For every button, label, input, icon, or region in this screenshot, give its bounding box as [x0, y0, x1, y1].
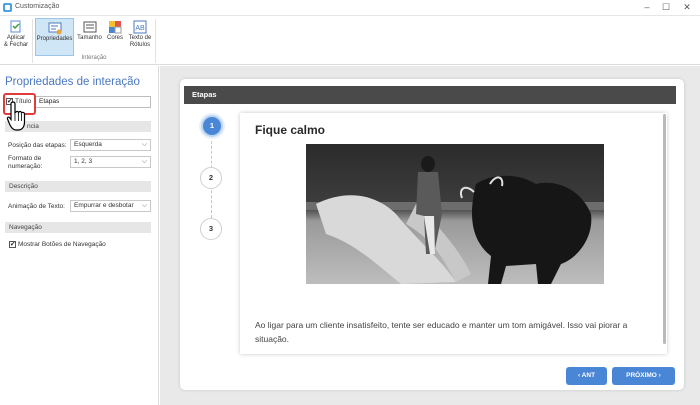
chevron-down-icon: ⌵ [141, 141, 147, 148]
maximize-button[interactable]: ☐ [659, 2, 673, 13]
step-2[interactable]: 2 [200, 167, 222, 189]
content-scrollbar[interactable] [663, 114, 666, 344]
chevron-down-icon: ⌵ [141, 158, 147, 165]
section-description: Descrição [5, 181, 151, 192]
ribbon-group-label: Interação [81, 55, 107, 61]
apply-close-icon [10, 20, 21, 33]
title-bar: Customização – ☐ ✕ [0, 0, 700, 16]
text-animation-select[interactable]: Empurrar e desbotar ⌵ [70, 200, 151, 212]
numbering-label: Formato de numeração: [8, 155, 43, 170]
size-button[interactable]: Tamanho [76, 18, 103, 56]
properties-button[interactable]: Propriedades [35, 18, 74, 56]
colors-icon [109, 21, 122, 34]
numbering-select[interactable]: 1, 2, 3 ⌵ [70, 156, 151, 168]
size-icon [83, 21, 96, 33]
step-3[interactable]: 3 [200, 218, 222, 240]
text-animation-label: Animação de Texto: [8, 203, 65, 210]
step-position-label: Posição das etapas: [8, 142, 67, 149]
preview-header: Etapas [184, 86, 676, 104]
prev-button[interactable]: ‹ ANT [566, 367, 607, 385]
ribbon-separator [155, 19, 156, 63]
apply-close-button[interactable]: Aplicar & Fechar [1, 18, 31, 56]
colors-button[interactable]: Cores [104, 18, 126, 56]
content-text: Ao ligar para um cliente insatisfeito, t… [255, 320, 628, 344]
hand-cursor-icon [6, 101, 26, 131]
step-position-select[interactable]: Esquerda ⌵ [70, 139, 151, 151]
window-title: Customização [15, 3, 60, 10]
ribbon: Aplicar & Fechar Propriedades Tamanho Co… [0, 17, 700, 65]
label-text-icon: AB [133, 20, 147, 34]
properties-icon [48, 22, 61, 35]
label-text-button[interactable]: AB Texto de Rótulos [126, 18, 154, 56]
content-title: Fique calmo [255, 123, 326, 137]
step-1[interactable]: 1 [201, 115, 223, 137]
show-nav-checkbox[interactable]: ✔ [9, 241, 16, 248]
svg-text:AB: AB [135, 25, 145, 32]
show-nav-label: Mostrar Botões de Navegação [18, 241, 106, 248]
panel-title: Propriedades de interação [5, 76, 140, 88]
close-button[interactable]: ✕ [680, 2, 694, 13]
title-input[interactable]: Etapas [35, 96, 151, 108]
bullfighter-photo [306, 144, 604, 284]
chevron-down-icon: ⌵ [141, 202, 147, 209]
app-icon [3, 3, 12, 12]
minimize-button[interactable]: – [640, 2, 654, 13]
section-navigation: Navegação [5, 222, 151, 233]
next-button[interactable]: PRÓXIMO › [612, 367, 675, 385]
